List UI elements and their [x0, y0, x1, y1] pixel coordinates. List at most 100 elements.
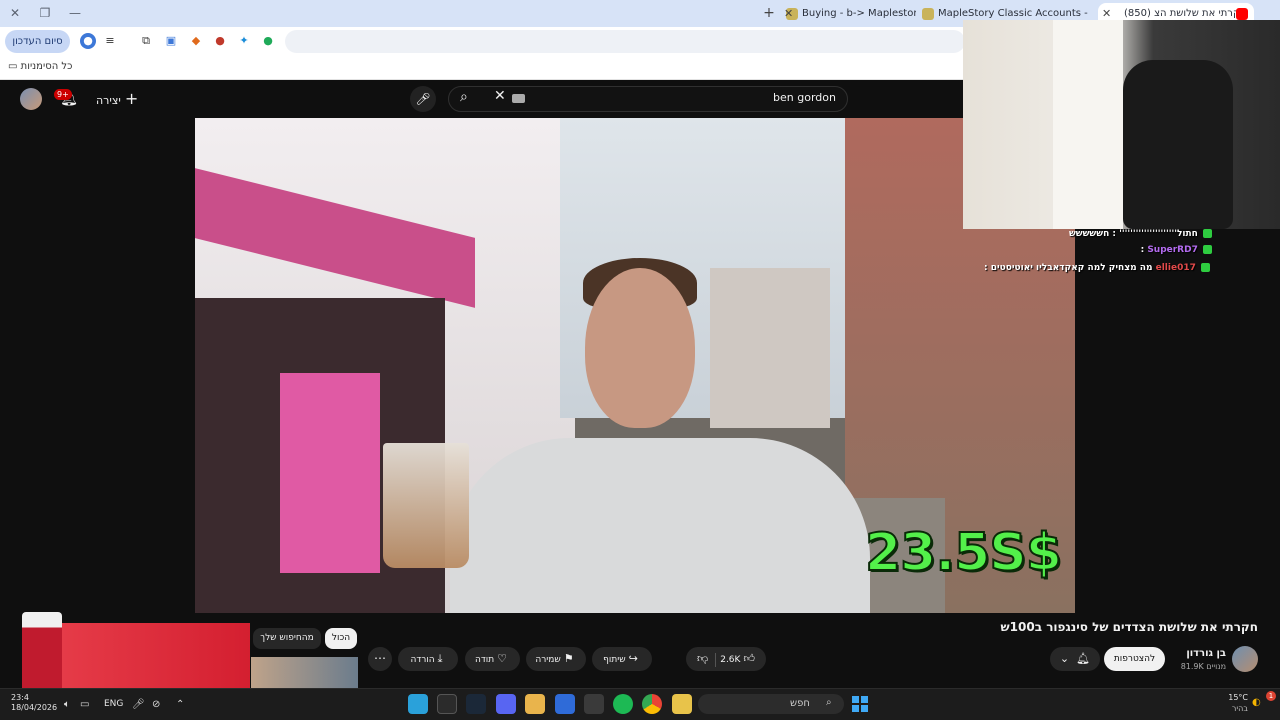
- new-tab-icon[interactable]: +: [760, 4, 778, 22]
- discord-app-icon[interactable]: [496, 694, 516, 714]
- wifi-off-icon[interactable]: ⊘: [152, 699, 160, 710]
- all-bookmarks-folder[interactable]: ▭ כל הסימניות: [8, 61, 72, 72]
- create-label: יצירה: [96, 94, 121, 107]
- share-icon: ↪: [628, 652, 638, 665]
- app-icon[interactable]: [584, 694, 604, 714]
- close-window-icon[interactable]: ✕: [4, 4, 26, 22]
- like-dislike-group: 👎︎ 2.6K 👍︎: [686, 647, 766, 671]
- chat-badge-icon: [1203, 229, 1212, 238]
- thumbs-down-icon: 👎︎: [697, 652, 709, 665]
- extension-icon[interactable]: ●: [260, 33, 276, 49]
- plus-icon: +: [124, 89, 139, 108]
- channel-avatar[interactable]: [1232, 646, 1258, 672]
- like-button[interactable]: 2.6K 👍︎: [720, 652, 758, 665]
- clock-date: 18/04/2026: [11, 703, 58, 712]
- video-frame-tower: [710, 268, 830, 428]
- video-frame-shop-sign: [280, 373, 380, 573]
- video-player[interactable]: 23.5S$: [195, 118, 1075, 613]
- folder-icon: ▭: [8, 61, 21, 72]
- microphone-icon[interactable]: 🎤︎: [132, 699, 145, 710]
- clear-search-icon[interactable]: ✕: [494, 88, 506, 104]
- system-clock[interactable]: 23:4 18/04/2026: [11, 693, 57, 713]
- chrome-app-icon[interactable]: [642, 694, 662, 714]
- app-grid-icon[interactable]: [555, 694, 575, 714]
- share-label: שיתוף: [603, 655, 626, 665]
- download-button[interactable]: הורדה ⤓: [398, 647, 458, 671]
- account-avatar[interactable]: [20, 88, 42, 110]
- tab-title: (850) חקרתי את שלושת הצ: [1124, 8, 1247, 19]
- chat-message: : SuperRD7: [1141, 245, 1212, 255]
- search-query-text: ben gordon: [773, 91, 836, 104]
- clock-time: 23:4: [11, 693, 29, 702]
- notification-badge: 1: [1266, 691, 1276, 701]
- show-hidden-icons-icon[interactable]: ⌃: [176, 699, 184, 710]
- site-favicon-icon: [922, 8, 934, 20]
- profile-icon[interactable]: ●: [80, 33, 96, 49]
- tab-close-icon[interactable]: ✕: [784, 3, 793, 25]
- join-button[interactable]: להצטרפות: [1104, 647, 1165, 671]
- telegram-app-icon[interactable]: [408, 694, 428, 714]
- all-bookmarks-label: כל הסימניות: [20, 61, 73, 72]
- chat-username: ellie017: [1155, 263, 1196, 273]
- subscribed-button[interactable]: ⌄ 🔔︎: [1050, 647, 1100, 671]
- chip-from-your-search[interactable]: מהחיפוש שלך: [253, 628, 321, 649]
- input-language[interactable]: ENG: [104, 699, 123, 709]
- network-icon[interactable]: ▭: [80, 699, 89, 710]
- tab-title: MapleStory Classic Accounts -: [938, 8, 1088, 19]
- webcam-overlay: [963, 20, 1280, 229]
- extension-icon[interactable]: ●: [212, 33, 228, 49]
- extension-icon[interactable]: ✦: [236, 33, 252, 49]
- restore-window-icon[interactable]: ❐: [34, 4, 56, 22]
- steam-app-icon[interactable]: [466, 694, 486, 714]
- app-icon[interactable]: [437, 694, 457, 714]
- dislike-button[interactable]: 👎︎: [694, 652, 711, 665]
- webcam-chair: [1123, 60, 1233, 229]
- video-frame-person-body: [450, 438, 870, 613]
- app-icon[interactable]: [525, 694, 545, 714]
- weather-temperature[interactable]: 15°C: [1228, 693, 1248, 702]
- divider: [715, 652, 717, 667]
- search-icon[interactable]: ⌕: [460, 89, 468, 105]
- save-button[interactable]: שמירה ⚑: [526, 647, 586, 671]
- chat-text: : מה מצחיק למה קאקדאבליו יאוטיסטים: [983, 263, 1153, 273]
- thanks-label: תודה: [474, 655, 495, 665]
- minimize-window-icon[interactable]: —: [64, 4, 86, 22]
- chat-text: חתול''''''''''''''''''''' : חששששש: [1068, 229, 1198, 239]
- save-label: שמירה: [535, 655, 561, 665]
- weather-description: בהיר: [1231, 704, 1248, 713]
- update-button[interactable]: סיום העדכון: [5, 30, 70, 53]
- volume-icon[interactable]: 🔈︎: [64, 699, 70, 710]
- chip-all[interactable]: הכול: [325, 628, 357, 649]
- video-title: חקרתי את שלושת הצדדים של סינגפור ב100ש: [1000, 620, 1258, 634]
- download-icon: ⤓: [437, 652, 443, 665]
- download-label: הורדה: [410, 655, 435, 665]
- share-button[interactable]: שיתוף ↪: [592, 647, 652, 671]
- weather-sun-icon: ◐: [1252, 697, 1261, 708]
- more-actions-icon[interactable]: ⋯: [368, 647, 392, 671]
- thanks-button[interactable]: תודה ♡: [465, 647, 520, 671]
- file-explorer-icon[interactable]: [672, 694, 692, 714]
- tab-buying[interactable]: Buying - b-> Maplestory classic ✕: [782, 3, 916, 25]
- extensions-icon[interactable]: ⧉: [138, 33, 154, 49]
- chat-message: : מה מצחיק למה קאקדאבליו יאוטיסטים ellie…: [984, 263, 1210, 273]
- windows-taskbar: [0, 688, 1280, 720]
- taskbar-search-label: חפש: [790, 698, 810, 709]
- price-overlay-text: 23.5S$: [864, 522, 1063, 584]
- video-thumbnail[interactable]: [251, 657, 358, 690]
- keyboard-icon[interactable]: [512, 94, 525, 103]
- video-frame-person-head: [585, 268, 695, 428]
- taskbar-search-box[interactable]: [698, 694, 844, 714]
- like-count: 2.6K: [720, 655, 741, 665]
- windows-start-icon[interactable]: [852, 696, 868, 712]
- screen: ✕ ❐ — + Buying - b-> Maplestory classic …: [0, 0, 1280, 720]
- voice-search-mic-icon[interactable]: 🎤︎: [410, 86, 436, 112]
- extension-icon[interactable]: ▣: [163, 33, 179, 49]
- chat-badge-icon: [1203, 245, 1212, 254]
- address-bar[interactable]: [285, 30, 965, 53]
- heart-dollar-icon: ♡: [497, 652, 508, 665]
- reading-list-icon[interactable]: ≡: [102, 33, 118, 49]
- notification-count-badge: 9+: [54, 89, 72, 100]
- extension-icon[interactable]: ◆: [188, 33, 204, 49]
- create-button[interactable]: יצירה +: [96, 89, 138, 109]
- spotify-app-icon[interactable]: [613, 694, 633, 714]
